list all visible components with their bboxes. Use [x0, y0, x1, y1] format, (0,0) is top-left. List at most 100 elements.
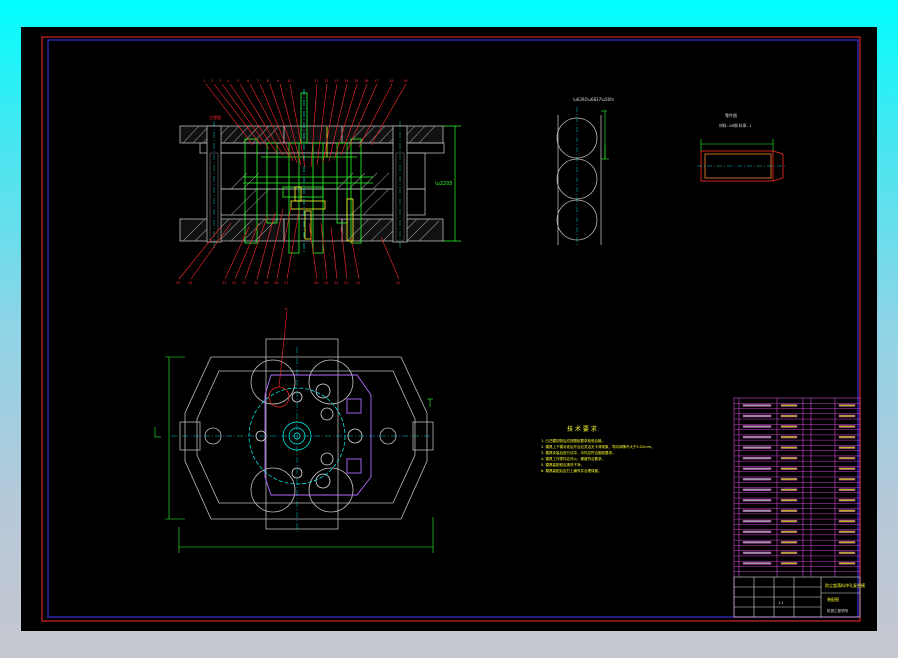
parts-list-cell-mark [742, 488, 772, 491]
title-block-scale: 1:1 [778, 601, 784, 605]
parts-list-cell-mark [838, 467, 856, 470]
parts-list-cell-mark [742, 456, 772, 460]
svg-text:8: 8 [267, 79, 269, 83]
svg-text:29: 29 [264, 281, 268, 285]
svg-text:6: 6 [247, 79, 249, 83]
parts-list-cell-mark [838, 530, 856, 534]
parts-list-cell-mark [780, 456, 798, 460]
parts-list-cell-mark [838, 414, 856, 418]
title-block-school: 机械工程学院 [827, 608, 848, 613]
parts-list-cell-mark [742, 404, 772, 407]
svg-text:18: 18 [389, 79, 393, 83]
parts-list-cell-mark [742, 509, 772, 513]
svg-text:12: 12 [324, 79, 328, 83]
notes-line-2: 2. 模具上下模对准后开合应灵活无卡滞现象，导向间隙不大于0.02mm。 [541, 444, 655, 449]
svg-text:34: 34 [188, 281, 193, 285]
parts-list-cell-mark [838, 435, 856, 439]
svg-text:23: 23 [344, 281, 348, 285]
notes-line-6: 6. 模具装配后应打上编号并合理保管。 [541, 468, 601, 473]
parts-list-cell-mark [742, 435, 772, 439]
parts-list-cell-mark [780, 562, 798, 565]
parts-list-cell-mark [742, 551, 772, 555]
parts-list-cell-mark [742, 541, 772, 544]
cad-viewport[interactable]: \u2205 123 456 789 10 11 12 13 14 15 16 … [21, 27, 877, 631]
svg-text:25: 25 [324, 281, 328, 285]
notes-line-5: 5. 模具装配前应清洗干净。 [541, 462, 584, 467]
material-note: 材料: 08钢 料厚: 1 [719, 123, 752, 128]
cad-drawing: \u2205 123 456 789 10 11 12 13 14 15 16 … [41, 36, 865, 622]
svg-text:17: 17 [374, 79, 378, 83]
parts-list-cell-mark [780, 467, 798, 470]
parts-list-cell-mark [838, 456, 856, 460]
svg-text:26: 26 [314, 281, 318, 285]
svg-text:32: 32 [232, 281, 236, 285]
svg-text:11: 11 [314, 79, 318, 83]
parts-list-cell-mark [838, 541, 856, 544]
part-drawing-view[interactable]: 零件图 材料: 08钢 料厚: 1 [697, 112, 787, 182]
svg-text:15: 15 [354, 79, 358, 83]
notes-line-3: 3. 模具安装后进行试冲，冲件应符合图纸要求。 [541, 450, 615, 455]
svg-text:9: 9 [277, 79, 279, 83]
parts-list-cell-mark [742, 530, 772, 534]
parts-list-cell-mark [838, 498, 856, 502]
strip-layout-view[interactable]: \u6392\u6837\u56fe [556, 97, 615, 247]
parts-list-cell-mark [838, 509, 856, 513]
parts-list-cell-mark [780, 404, 798, 407]
svg-text:4: 4 [227, 79, 230, 83]
svg-text:31: 31 [242, 281, 246, 285]
parts-list-cell-mark [742, 414, 772, 418]
technical-notes: 技 术 要 求 1. 凸凹模初制后应按图纸要求检验合格。 2. 模具上下模对准后… [541, 425, 655, 473]
plan-view[interactable]: A [154, 307, 434, 553]
parts-list-cell-mark [742, 425, 772, 428]
svg-text:22: 22 [356, 281, 360, 285]
title-block-drawing-no: 装配图 [827, 596, 839, 602]
parts-list-cell-mark [742, 562, 772, 565]
parts-list-cell-mark [838, 488, 856, 491]
parts-list-cell-mark [780, 509, 798, 513]
main-section-view[interactable]: \u2205 123 456 789 10 11 12 13 14 15 16 … [176, 79, 461, 285]
parts-list-cell-mark [780, 541, 798, 544]
svg-text:28: 28 [274, 281, 278, 285]
parts-list-cell-mark [742, 467, 772, 470]
parts-list-cell-mark [780, 520, 798, 523]
svg-text:3: 3 [219, 79, 221, 83]
notes-line-4: 4. 模具工作零件应淬火，硬度符合要求。 [541, 456, 605, 461]
svg-text:14: 14 [344, 79, 349, 83]
main-view-label: 主视图 [209, 114, 221, 120]
parts-list-cell-mark [780, 488, 798, 491]
parts-list-cell-mark [780, 551, 798, 555]
parts-list-cell-mark [838, 404, 856, 407]
svg-text:16: 16 [364, 79, 368, 83]
parts-list-cell-mark [742, 477, 772, 481]
parts-list-cell-mark [838, 551, 856, 555]
parts-list-cell-mark [780, 414, 798, 418]
svg-text:7: 7 [257, 79, 259, 83]
parts-list-cell-mark [742, 520, 772, 523]
svg-text:\u2205: \u2205 [435, 181, 453, 187]
parts-list-cell-mark [838, 446, 856, 449]
svg-text:13: 13 [334, 79, 338, 83]
strip-view-label: \u6392\u6837\u56fe [573, 97, 615, 102]
parts-list-cell-mark [838, 562, 856, 565]
notes-line-1: 1. 凸凹模初制后应按图纸要求检验合格。 [541, 438, 605, 443]
parts-list-cell-mark [780, 425, 798, 428]
svg-text:2: 2 [211, 79, 213, 83]
svg-text:19: 19 [403, 79, 407, 83]
title-block-name: 防尘盖落料冲孔复合模 [825, 582, 865, 588]
svg-text:30: 30 [254, 281, 258, 285]
svg-text:A: A [285, 307, 288, 311]
svg-text:10: 10 [287, 79, 291, 83]
parts-list-cell-mark [780, 530, 798, 534]
parts-list-cell-mark [838, 477, 856, 481]
parts-list-cell-mark [780, 446, 798, 449]
svg-text:1: 1 [203, 79, 205, 83]
parts-list-cell-mark [742, 498, 772, 502]
svg-text:20: 20 [396, 281, 400, 285]
svg-text:24: 24 [334, 281, 339, 285]
parts-list-table[interactable]: 防尘盖落料冲孔复合模 装配图 1:1 机械工程学院 [733, 397, 865, 618]
parts-list-cell-mark [742, 446, 772, 449]
parts-list-cell-mark [838, 520, 856, 523]
part-view-label: 零件图 [725, 112, 737, 118]
parts-list-cell-mark [780, 435, 798, 439]
svg-text:35: 35 [176, 281, 180, 285]
